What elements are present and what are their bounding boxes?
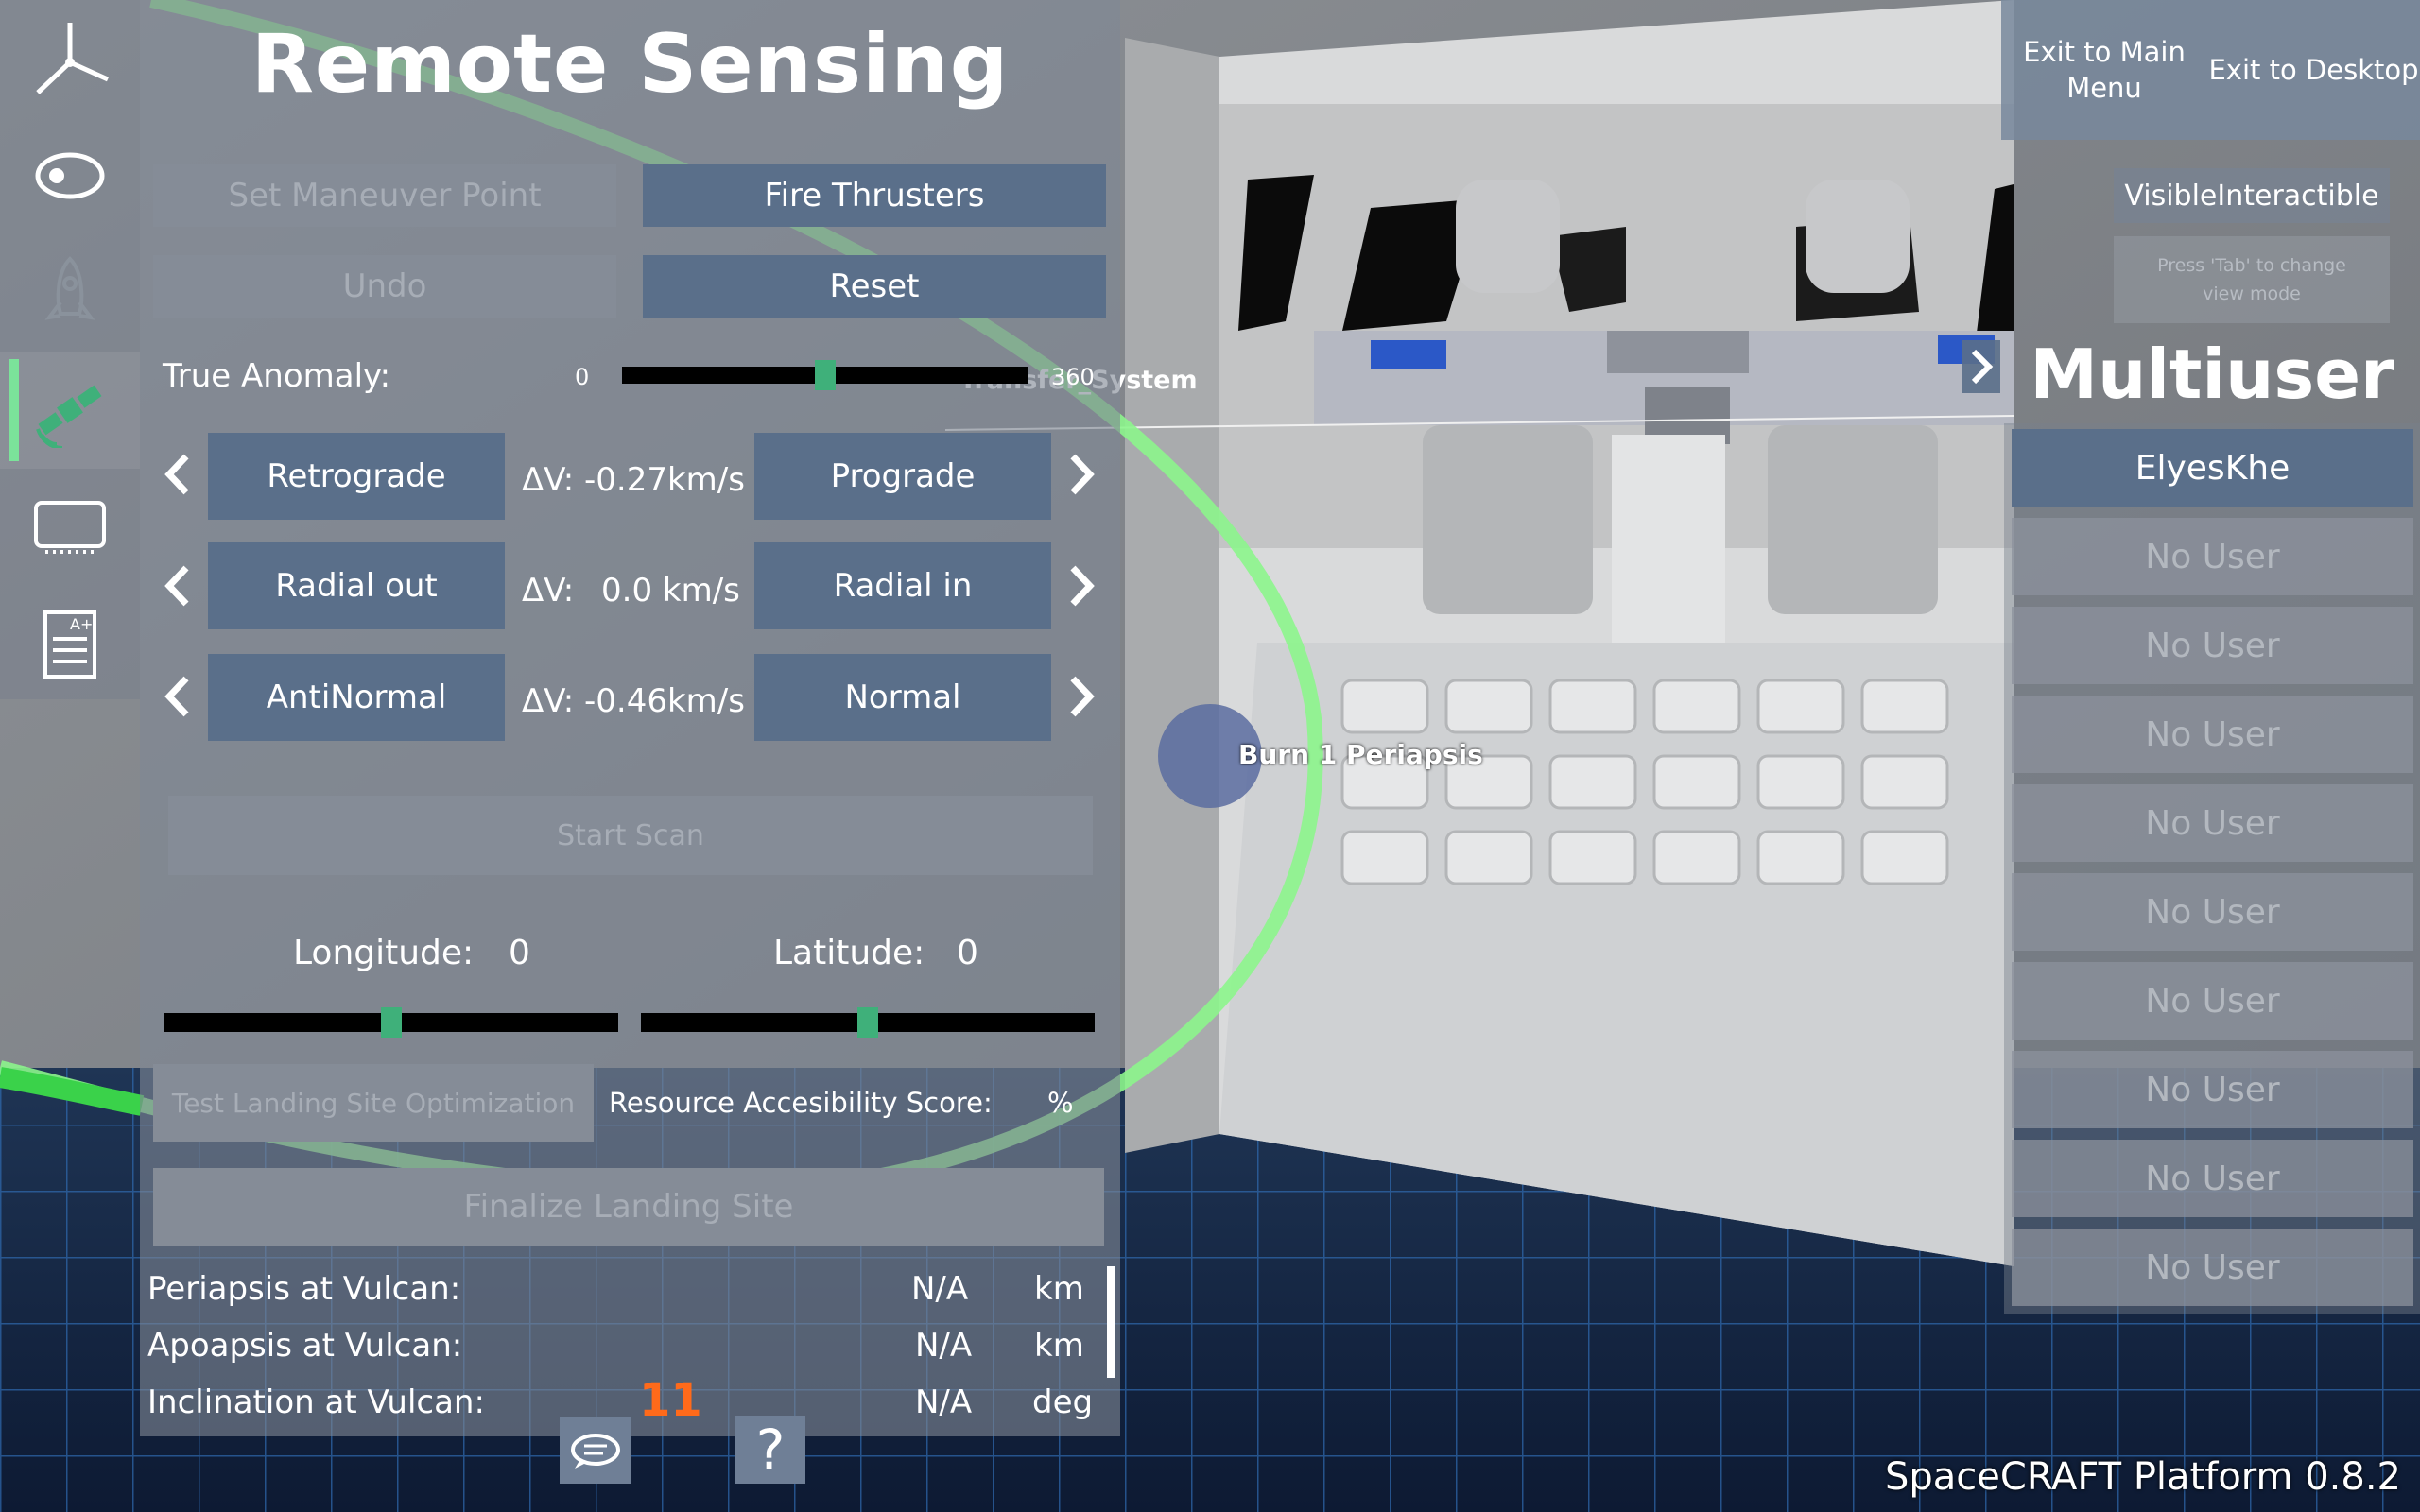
- chat-icon: [571, 1434, 620, 1469]
- normal-increase-arrow[interactable]: [1063, 673, 1100, 720]
- toolbar-rocket-button[interactable]: [0, 234, 140, 352]
- chevron-left-icon: [164, 454, 189, 495]
- longitude-label: Longitude:: [293, 934, 475, 972]
- test-landing-site-button[interactable]: Test Landing Site Optimization: [153, 1064, 594, 1142]
- antinormal-button[interactable]: AntiNormal: [208, 654, 505, 741]
- resource-score-unit: %: [1047, 1087, 1074, 1119]
- chat-notification-badge: 11: [639, 1374, 702, 1427]
- toolbar-axes-button[interactable]: [0, 0, 140, 117]
- view-mode-button[interactable]: VisibleInteractible: [2114, 168, 2390, 223]
- exit-to-desktop-button[interactable]: Exit to Desktop: [2207, 23, 2420, 117]
- user-slot-9[interactable]: No User: [2012, 1140, 2413, 1217]
- periapsis-label: Burn 1 Periapsis: [1238, 739, 1483, 770]
- reset-button[interactable]: Reset: [643, 255, 1106, 318]
- periapsis-label: Periapsis at Vulcan:: [147, 1270, 461, 1308]
- report-icon: A+: [43, 610, 96, 679]
- user-slot-2[interactable]: No User: [2012, 518, 2413, 595]
- fire-thrusters-button[interactable]: Fire Thrusters: [643, 164, 1106, 227]
- rocket-icon: [44, 256, 95, 320]
- chat-button[interactable]: [560, 1418, 631, 1484]
- latitude-slider-handle[interactable]: [857, 1007, 878, 1038]
- retrograde-button[interactable]: Retrograde: [208, 433, 505, 520]
- antinormal-decrease-arrow[interactable]: [159, 673, 197, 720]
- axes-icon: [36, 23, 110, 94]
- set-maneuver-point-button[interactable]: Set Maneuver Point: [153, 164, 616, 227]
- stats-scrollbar[interactable]: [1107, 1266, 1115, 1378]
- apoapsis-unit: km: [1034, 1327, 1084, 1365]
- user-slot-1[interactable]: ElyesKhe: [2012, 429, 2413, 507]
- chevron-right-icon: [1971, 349, 1994, 385]
- start-scan-button[interactable]: Start Scan: [168, 796, 1093, 875]
- user-slot-8[interactable]: No User: [2012, 1051, 2413, 1128]
- toolbar-monitor-button[interactable]: [0, 469, 140, 586]
- chevron-right-icon: [1070, 565, 1095, 607]
- radial-out-button[interactable]: Radial out: [208, 542, 505, 629]
- latitude-value: 0: [957, 934, 978, 972]
- multiuser-title: Multiuser: [2030, 335, 2394, 414]
- dv-value-radial: 0.0 km/s: [601, 572, 740, 610]
- monitor-icon: [34, 501, 106, 554]
- user-slot-10[interactable]: No User: [2012, 1228, 2413, 1306]
- remote-sensing-panel: Remote Sensing Set Maneuver Point Fire T…: [140, 0, 1120, 1436]
- exit-to-main-menu-button[interactable]: Exit to Main Menu: [2001, 23, 2207, 117]
- prograde-button[interactable]: Prograde: [754, 433, 1051, 520]
- view-mode-hint: Press 'Tab' to change view mode: [2114, 236, 2390, 323]
- true-anomaly-min: 0: [575, 364, 590, 390]
- user-slot-6[interactable]: No User: [2012, 873, 2413, 951]
- panel-title: Remote Sensing: [251, 17, 1010, 112]
- finalize-landing-site-button[interactable]: Finalize Landing Site: [153, 1168, 1104, 1246]
- inclination-label: Inclination at Vulcan:: [147, 1383, 485, 1421]
- prograde-increase-arrow[interactable]: [1063, 451, 1100, 498]
- inclination-unit: deg: [1032, 1383, 1094, 1421]
- latitude-label: Latitude:: [773, 934, 925, 972]
- true-anomaly-slider-handle[interactable]: [815, 360, 836, 390]
- toolbar-orbit-button[interactable]: [0, 117, 140, 234]
- dv-label-2: ΔV:: [522, 572, 575, 610]
- help-icon: ?: [755, 1418, 786, 1482]
- multiuser-panel: ElyesKhe No User No User No User No User…: [2004, 423, 2420, 1314]
- left-toolbar: A+: [0, 0, 140, 699]
- multiuser-collapse-arrow[interactable]: [1962, 340, 2000, 393]
- dv-value-normal: -0.46km/s: [584, 682, 745, 720]
- user-slot-3[interactable]: No User: [2012, 607, 2413, 684]
- longitude-value: 0: [509, 934, 530, 972]
- apoapsis-label: Apoapsis at Vulcan:: [147, 1327, 463, 1365]
- resource-score-label: Resource Accesibility Score:: [609, 1087, 993, 1119]
- undo-button[interactable]: Undo: [153, 255, 616, 318]
- chevron-right-icon: [1070, 676, 1095, 717]
- user-slot-7[interactable]: No User: [2012, 962, 2413, 1040]
- normal-button[interactable]: Normal: [754, 654, 1051, 741]
- periapsis-unit: km: [1034, 1270, 1084, 1308]
- version-label: SpaceCRAFT Platform 0.8.2: [1885, 1455, 2401, 1499]
- true-anomaly-max: 360: [1051, 364, 1095, 390]
- user-slot-5[interactable]: No User: [2012, 784, 2413, 862]
- dv-label-3: ΔV:: [522, 682, 575, 720]
- chevron-left-icon: [164, 565, 189, 607]
- radial-out-decrease-arrow[interactable]: [159, 562, 197, 610]
- help-button[interactable]: ?: [735, 1416, 805, 1484]
- orbit-icon: [35, 152, 105, 199]
- radial-in-increase-arrow[interactable]: [1063, 562, 1100, 610]
- svg-text:A+: A+: [70, 615, 93, 633]
- longitude-slider-handle[interactable]: [381, 1007, 402, 1038]
- inclination-value: N/A: [915, 1383, 973, 1421]
- dv-value-prograde: -0.27km/s: [584, 461, 745, 499]
- dv-label-1: ΔV:: [522, 461, 575, 499]
- periapsis-value: N/A: [911, 1270, 969, 1308]
- satellite-icon: [36, 385, 102, 448]
- exit-bar: Exit to Main Menu Exit to Desktop: [2001, 0, 2420, 140]
- apoapsis-value: N/A: [915, 1327, 973, 1365]
- true-anomaly-label: True Anomaly:: [163, 357, 391, 395]
- toolbar-satellite-button[interactable]: [0, 352, 140, 469]
- toolbar-report-button[interactable]: A+: [0, 586, 140, 703]
- chevron-left-icon: [164, 676, 189, 717]
- chevron-right-icon: [1070, 454, 1095, 495]
- retrograde-decrease-arrow[interactable]: [159, 451, 197, 498]
- radial-in-button[interactable]: Radial in: [754, 542, 1051, 629]
- user-slot-4[interactable]: No User: [2012, 696, 2413, 773]
